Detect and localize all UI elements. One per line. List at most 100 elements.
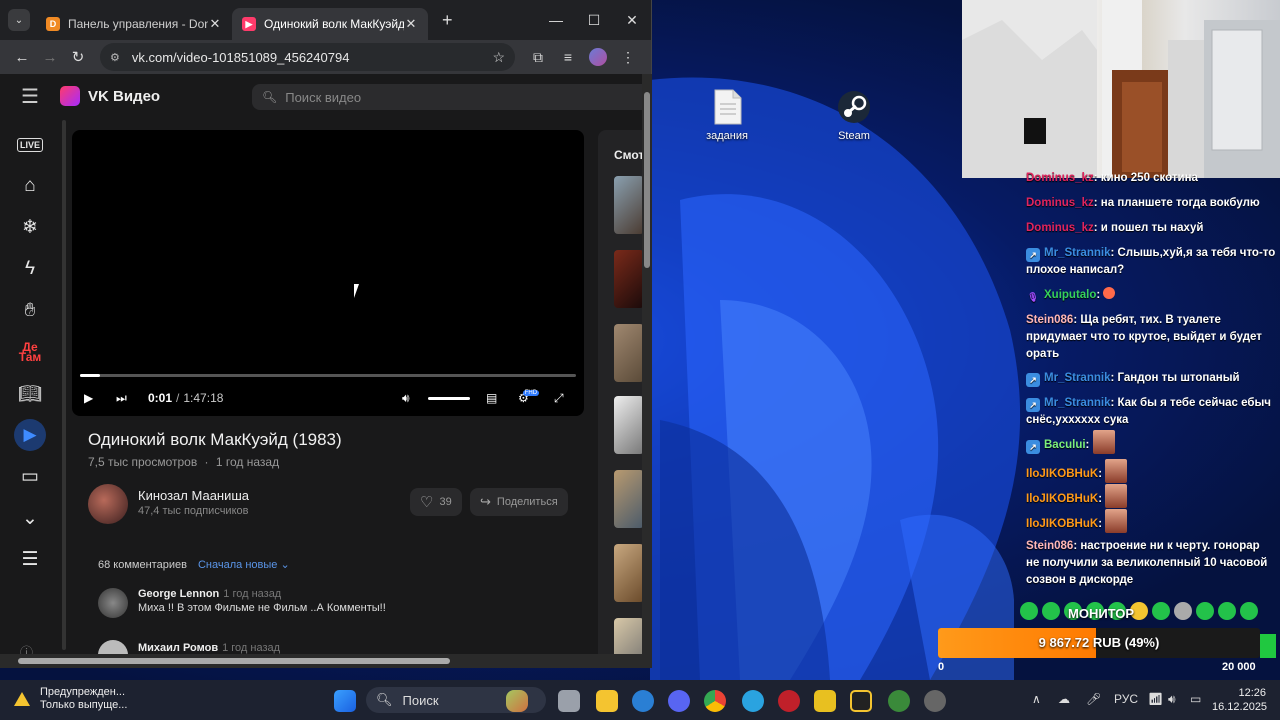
like-button[interactable]: ♡ 39 xyxy=(410,488,462,516)
close-window-button[interactable]: ✕ xyxy=(613,12,651,29)
sidebar-settings-icon[interactable]: ⓘ xyxy=(20,642,33,654)
task-view-icon[interactable] xyxy=(558,690,580,712)
app-icon-dark[interactable] xyxy=(850,690,872,712)
url-field[interactable]: ⚙ vk.com/video-101851089_456240794 ☆ xyxy=(100,43,515,71)
file-explorer-icon[interactable] xyxy=(596,690,618,712)
video-player[interactable]: ▶ ⏭︎ 0:01 / 1:47:18 🔊︎ ▤ ⚙ FHD ⤢ xyxy=(72,130,584,416)
horizontal-scrollbar[interactable] xyxy=(0,654,652,668)
warning-notification[interactable]: Предупрежден... Только выпуще... xyxy=(14,686,127,712)
site-info-icon[interactable]: ⚙ xyxy=(110,51,120,64)
wifi-icon[interactable]: 📶︎ xyxy=(1148,692,1163,706)
volume-slider[interactable] xyxy=(428,386,470,410)
scrollbar-thumb[interactable] xyxy=(644,92,650,268)
next-button[interactable]: ⏭︎ xyxy=(116,386,127,410)
app-icon-green[interactable] xyxy=(888,690,910,712)
channel-name[interactable]: Кинозал Мааниша xyxy=(138,488,249,503)
chat-nick[interactable]: IloJIKOBHuK xyxy=(1026,518,1098,530)
chat-nick[interactable]: Dominus_kz xyxy=(1026,197,1094,209)
vk-logo[interactable]: VK Видео xyxy=(60,86,160,106)
telegram-icon[interactable] xyxy=(742,690,764,712)
sidebar-item-more[interactable]: ⌄ xyxy=(0,498,60,540)
chat-nick[interactable]: Bacului xyxy=(1044,439,1086,451)
mute-button[interactable]: 🔊︎ xyxy=(402,386,410,410)
sidebar-item-home[interactable]: ⌂ xyxy=(0,166,60,208)
edge-icon[interactable] xyxy=(632,690,654,712)
comment-author[interactable]: George Lennon 1 год назад xyxy=(138,588,281,600)
share-button[interactable]: ↪ Поделиться xyxy=(470,488,568,516)
chat-nick[interactable]: Stein086 xyxy=(1026,540,1073,552)
sidebar-scrollbar[interactable] xyxy=(62,120,66,650)
comment-avatar[interactable] xyxy=(98,640,128,654)
related-thumbnail[interactable] xyxy=(614,544,644,602)
extensions-icon[interactable]: ⧉ xyxy=(523,49,553,66)
maximize-button[interactable]: ☐ xyxy=(575,12,613,29)
related-thumbnail[interactable] xyxy=(614,396,644,454)
cloud-icon[interactable]: ☁ xyxy=(1058,692,1070,706)
sidebar-item-live[interactable]: LIVE xyxy=(0,124,60,166)
page-scrollbar[interactable] xyxy=(642,74,652,654)
comments-sort-dropdown[interactable]: Сначала новые ⌄ xyxy=(198,559,290,571)
chrome-icon[interactable] xyxy=(704,690,726,712)
scrollbar-thumb[interactable] xyxy=(18,658,450,664)
play-button[interactable]: ▶ xyxy=(84,386,93,410)
sidebar-item-playlist[interactable]: ☰ xyxy=(0,539,60,581)
video-progress-bar[interactable] xyxy=(80,374,576,377)
tab-vk-video[interactable]: ▶ Одинокий волк МакКуэйд (19 ✕ xyxy=(232,8,428,40)
settings-button[interactable]: ⚙ FHD xyxy=(518,386,540,410)
menu-kebab-icon[interactable]: ⋮ xyxy=(613,49,643,66)
volume-icon[interactable]: 🔊︎ xyxy=(1168,692,1176,707)
related-thumbnail[interactable] xyxy=(614,324,644,382)
chat-nick[interactable]: Mr_Strannik xyxy=(1044,397,1110,409)
chat-nick[interactable]: Dominus_kz xyxy=(1026,222,1094,234)
app-icon-red[interactable] xyxy=(778,690,800,712)
related-thumbnail[interactable] xyxy=(614,250,644,308)
tray-overflow-icon[interactable]: ∧ xyxy=(1032,692,1041,706)
battery-icon[interactable]: ▭ xyxy=(1190,692,1201,706)
bookmark-star-icon[interactable]: ☆ xyxy=(492,49,505,66)
sidebar-item-hand[interactable]: ✋︎ xyxy=(0,290,60,332)
tab-search-button[interactable]: ⌄ xyxy=(8,9,30,31)
sidebar-item-tv[interactable]: ▭ xyxy=(0,456,60,498)
discord-icon[interactable] xyxy=(668,690,690,712)
minimize-button[interactable]: — xyxy=(537,12,575,29)
app-icon-gear[interactable] xyxy=(924,690,946,712)
tab-donation[interactable]: D Панель управления - Donation ✕ xyxy=(36,8,232,40)
app-icon-star[interactable] xyxy=(814,690,836,712)
microphone-icon[interactable]: 🎤︎ xyxy=(1086,692,1101,706)
fullscreen-button[interactable]: ⤢ xyxy=(554,386,564,410)
profile-avatar[interactable] xyxy=(589,48,607,66)
widget-icon[interactable] xyxy=(506,690,528,712)
hamburger-icon[interactable]: ☰ xyxy=(0,84,60,109)
close-icon[interactable]: ✕ xyxy=(208,16,222,32)
chat-nick[interactable]: Xuiputalo xyxy=(1044,289,1096,301)
chat-nick[interactable]: Stein086 xyxy=(1026,314,1073,326)
sidebar-item-shorts[interactable]: ϟ xyxy=(0,249,60,291)
language-indicator[interactable]: РУС xyxy=(1114,692,1138,706)
sidebar-item-myvideo[interactable]: ▶ xyxy=(0,415,60,457)
related-thumbnail[interactable] xyxy=(614,618,644,654)
video-search-input[interactable]: 🔍︎ Поиск видео xyxy=(252,84,652,110)
chat-nick[interactable]: Mr_Strannik xyxy=(1044,247,1110,259)
new-tab-button[interactable]: + xyxy=(442,10,453,31)
related-thumbnail[interactable] xyxy=(614,470,644,528)
reload-button[interactable]: ↻ xyxy=(64,48,92,66)
comment-author[interactable]: Михаил Ромов 1 год назад xyxy=(138,642,280,654)
start-button[interactable] xyxy=(334,690,356,712)
related-thumbnail[interactable] xyxy=(614,176,644,234)
clock[interactable]: 12:26 16.12.2025 xyxy=(1212,686,1267,714)
chat-nick[interactable]: Mr_Strannik xyxy=(1044,372,1110,384)
subtitles-button[interactable]: ▤ xyxy=(486,386,497,410)
chat-nick[interactable]: IloJIKOBHuK xyxy=(1026,468,1098,480)
desktop-icon-zadaniya[interactable]: задания xyxy=(692,88,762,142)
desktop-icon-steam[interactable]: Steam xyxy=(819,88,889,142)
sidebar-item-winter[interactable]: ❄ xyxy=(0,207,60,249)
sidebar-item-catalog[interactable]: 📖︎ xyxy=(0,373,60,415)
channel-avatar[interactable] xyxy=(88,484,128,524)
chat-nick[interactable]: Dominus_kz xyxy=(1026,172,1094,184)
forward-button[interactable]: → xyxy=(36,49,64,66)
back-button[interactable]: ← xyxy=(8,49,36,66)
comment-avatar[interactable] xyxy=(98,588,128,618)
close-icon[interactable]: ✕ xyxy=(404,16,418,32)
sidebar-item-kids[interactable]: Де Там xyxy=(0,332,60,374)
chat-nick[interactable]: IloJIKOBHuK xyxy=(1026,493,1098,505)
